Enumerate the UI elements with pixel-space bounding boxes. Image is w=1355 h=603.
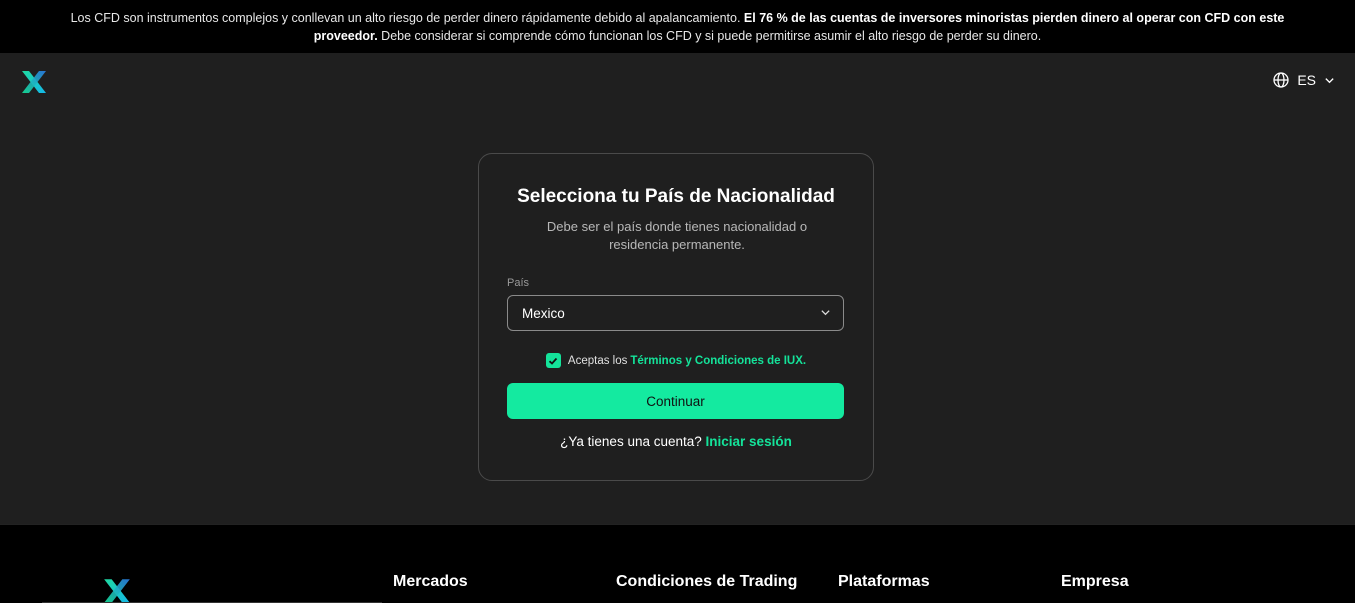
terms-prefix: Aceptas los: [567, 354, 628, 367]
language-selector[interactable]: ES: [1273, 72, 1335, 88]
terms-row: Aceptas los Términos y Condiciones de IU…: [479, 353, 873, 368]
iux-logo-icon[interactable]: [20, 69, 48, 95]
risk-warning-text: Los CFD son instrumentos complejos y con…: [70, 9, 1285, 45]
risk-warning-banner: Los CFD son instrumentos complejos y con…: [0, 0, 1355, 53]
footer-heading-condiciones: Condiciones de Trading: [616, 573, 798, 590]
country-select-value: Mexico: [522, 305, 565, 321]
continue-button[interactable]: Continuar: [507, 383, 844, 419]
risk-warning-part1: Los CFD son instrumentos complejos y con…: [70, 10, 741, 25]
footer-heading-empresa: Empresa: [1061, 573, 1129, 590]
risk-warning-part2: Debe considerar si comprende cómo funcio…: [381, 28, 1042, 43]
main-area: ES Selecciona tu País de Nacionalidad De…: [0, 53, 1355, 524]
terms-link[interactable]: Términos y Condiciones de IUX.: [630, 355, 806, 367]
login-link[interactable]: Iniciar sesión: [706, 434, 792, 449]
chevron-down-icon: [1324, 75, 1335, 86]
country-label: País: [507, 277, 530, 289]
footer-heading-mercados: Mercados: [393, 573, 468, 590]
footer-heading-plataformas: Plataformas: [838, 573, 930, 590]
terms-checkbox[interactable]: [545, 353, 561, 368]
login-prompt: ¿Ya tienes una cuenta?: [560, 434, 702, 449]
login-line: ¿Ya tienes una cuenta? Iniciar sesión: [479, 434, 873, 449]
footer-logo-icon[interactable]: [102, 577, 132, 603]
card-subtitle: Debe ser el país donde tienes nacionalid…: [546, 219, 808, 252]
chevron-down-icon: [820, 306, 831, 321]
nationality-card: Selecciona tu País de Nacionalidad Debe …: [478, 153, 874, 481]
card-title: Selecciona tu País de Nacionalidad: [517, 186, 835, 207]
checkmark-icon: [549, 357, 558, 365]
country-select[interactable]: Mexico: [507, 295, 844, 331]
footer: Mercados Condiciones de Trading Platafor…: [0, 524, 1355, 603]
globe-icon: [1273, 72, 1289, 88]
language-code: ES: [1297, 72, 1316, 88]
